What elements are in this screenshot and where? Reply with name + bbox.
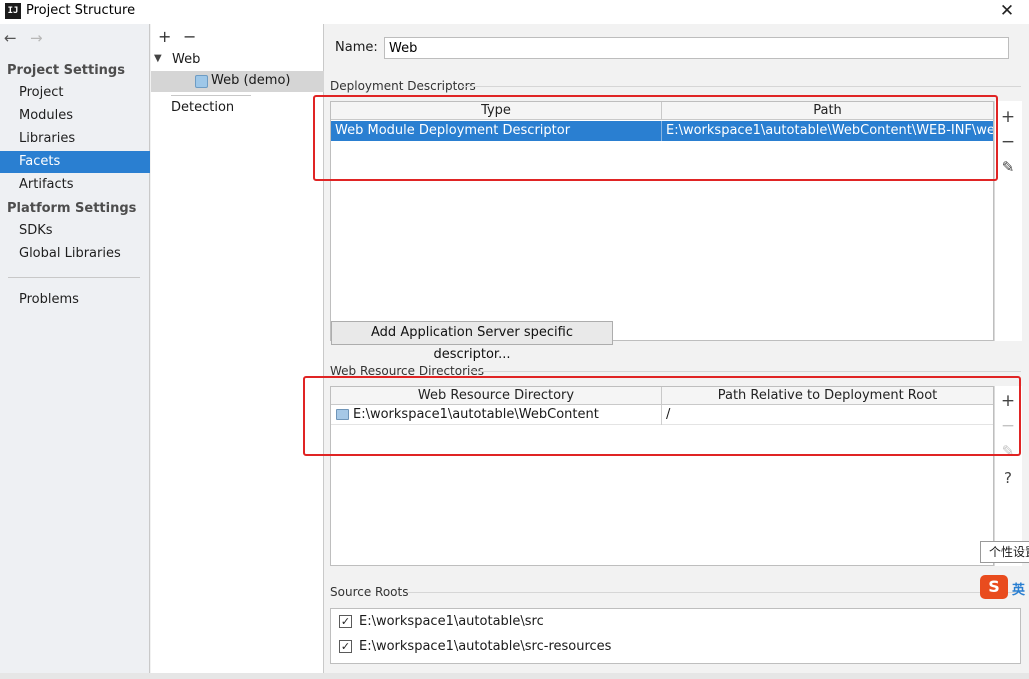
add-descriptor-button[interactable]: + [998, 107, 1018, 127]
tree-node-label: Web [172, 52, 201, 67]
add-facet-button[interactable]: + [158, 29, 171, 45]
chevron-down-icon[interactable]: ▼ [154, 53, 162, 64]
group-divider [469, 371, 1021, 372]
highlight-box-descriptors [313, 95, 998, 181]
sidebar-item-libraries[interactable]: Libraries [0, 128, 150, 150]
web-facet-icon [195, 75, 208, 88]
remove-descriptor-button[interactable]: − [998, 132, 1018, 152]
sidebar-item-project[interactable]: Project [0, 82, 150, 104]
settings-sidebar: ← → Project Settings Project Modules Lib… [0, 24, 150, 679]
facets-tree: + − ▼ Web Web (demo) Detection [151, 24, 324, 679]
intellij-logo-icon: IJ [5, 3, 21, 19]
window-bottom-edge [0, 673, 1029, 679]
source-root-label: E:\workspace1\autotable\src [359, 614, 544, 629]
group-divider [407, 592, 1021, 593]
project-settings-header: Project Settings [7, 63, 125, 78]
group-divider [461, 86, 1021, 87]
sidebar-item-problems[interactable]: Problems [0, 289, 150, 311]
tree-node-web[interactable]: ▼ Web [151, 50, 324, 70]
remove-facet-button[interactable]: − [183, 29, 196, 45]
highlight-box-resources [303, 376, 1021, 456]
sidebar-divider [8, 277, 140, 278]
sidebar-item-facets[interactable]: Facets [0, 151, 150, 173]
source-roots-title: Source Roots [330, 585, 409, 599]
sidebar-item-artifacts[interactable]: Artifacts [0, 174, 150, 196]
source-root-label: E:\workspace1\autotable\src-resources [359, 639, 612, 654]
tree-node-detection[interactable]: Detection [171, 100, 234, 115]
deployment-descriptors-title: Deployment Descriptors [330, 79, 476, 93]
tree-node-label: Web (demo) [211, 73, 291, 88]
add-server-descriptor-button[interactable]: Add Application Server specific descript… [331, 321, 613, 362]
ime-tooltip: 个性设置 [980, 541, 1029, 563]
name-label: Name: [335, 40, 378, 55]
edit-pencil-icon[interactable]: ✎ [998, 157, 1018, 177]
sogou-ime-icon[interactable]: S [980, 575, 1008, 599]
title-bar: IJ Project Structure ✕ [0, 0, 1029, 24]
source-roots-list: ✓ E:\workspace1\autotable\src ✓ E:\works… [330, 608, 1021, 664]
platform-settings-header: Platform Settings [7, 201, 137, 216]
facet-name-input[interactable] [384, 37, 1009, 59]
window-title: Project Structure [26, 3, 136, 18]
checkbox-checked-icon[interactable]: ✓ [339, 640, 352, 653]
sidebar-item-global-libraries[interactable]: Global Libraries [0, 243, 150, 265]
list-item[interactable]: ✓ E:\workspace1\autotable\src-resources [331, 636, 1020, 658]
ime-mode-label[interactable]: 英 [1012, 579, 1025, 598]
sidebar-item-modules[interactable]: Modules [0, 105, 150, 127]
tree-divider [171, 95, 251, 96]
right-arrow-icon[interactable]: → [30, 29, 43, 47]
descriptor-toolbar: + − ✎ [994, 101, 1022, 341]
checkbox-checked-icon[interactable]: ✓ [339, 615, 352, 628]
list-item[interactable]: ✓ E:\workspace1\autotable\src [331, 611, 1020, 633]
sidebar-item-sdks[interactable]: SDKs [0, 220, 150, 242]
help-button[interactable]: ? [998, 468, 1018, 488]
left-arrow-icon[interactable]: ← [4, 29, 17, 47]
close-icon[interactable]: ✕ [998, 0, 1016, 22]
tree-node-web-demo[interactable]: Web (demo) [151, 71, 324, 92]
